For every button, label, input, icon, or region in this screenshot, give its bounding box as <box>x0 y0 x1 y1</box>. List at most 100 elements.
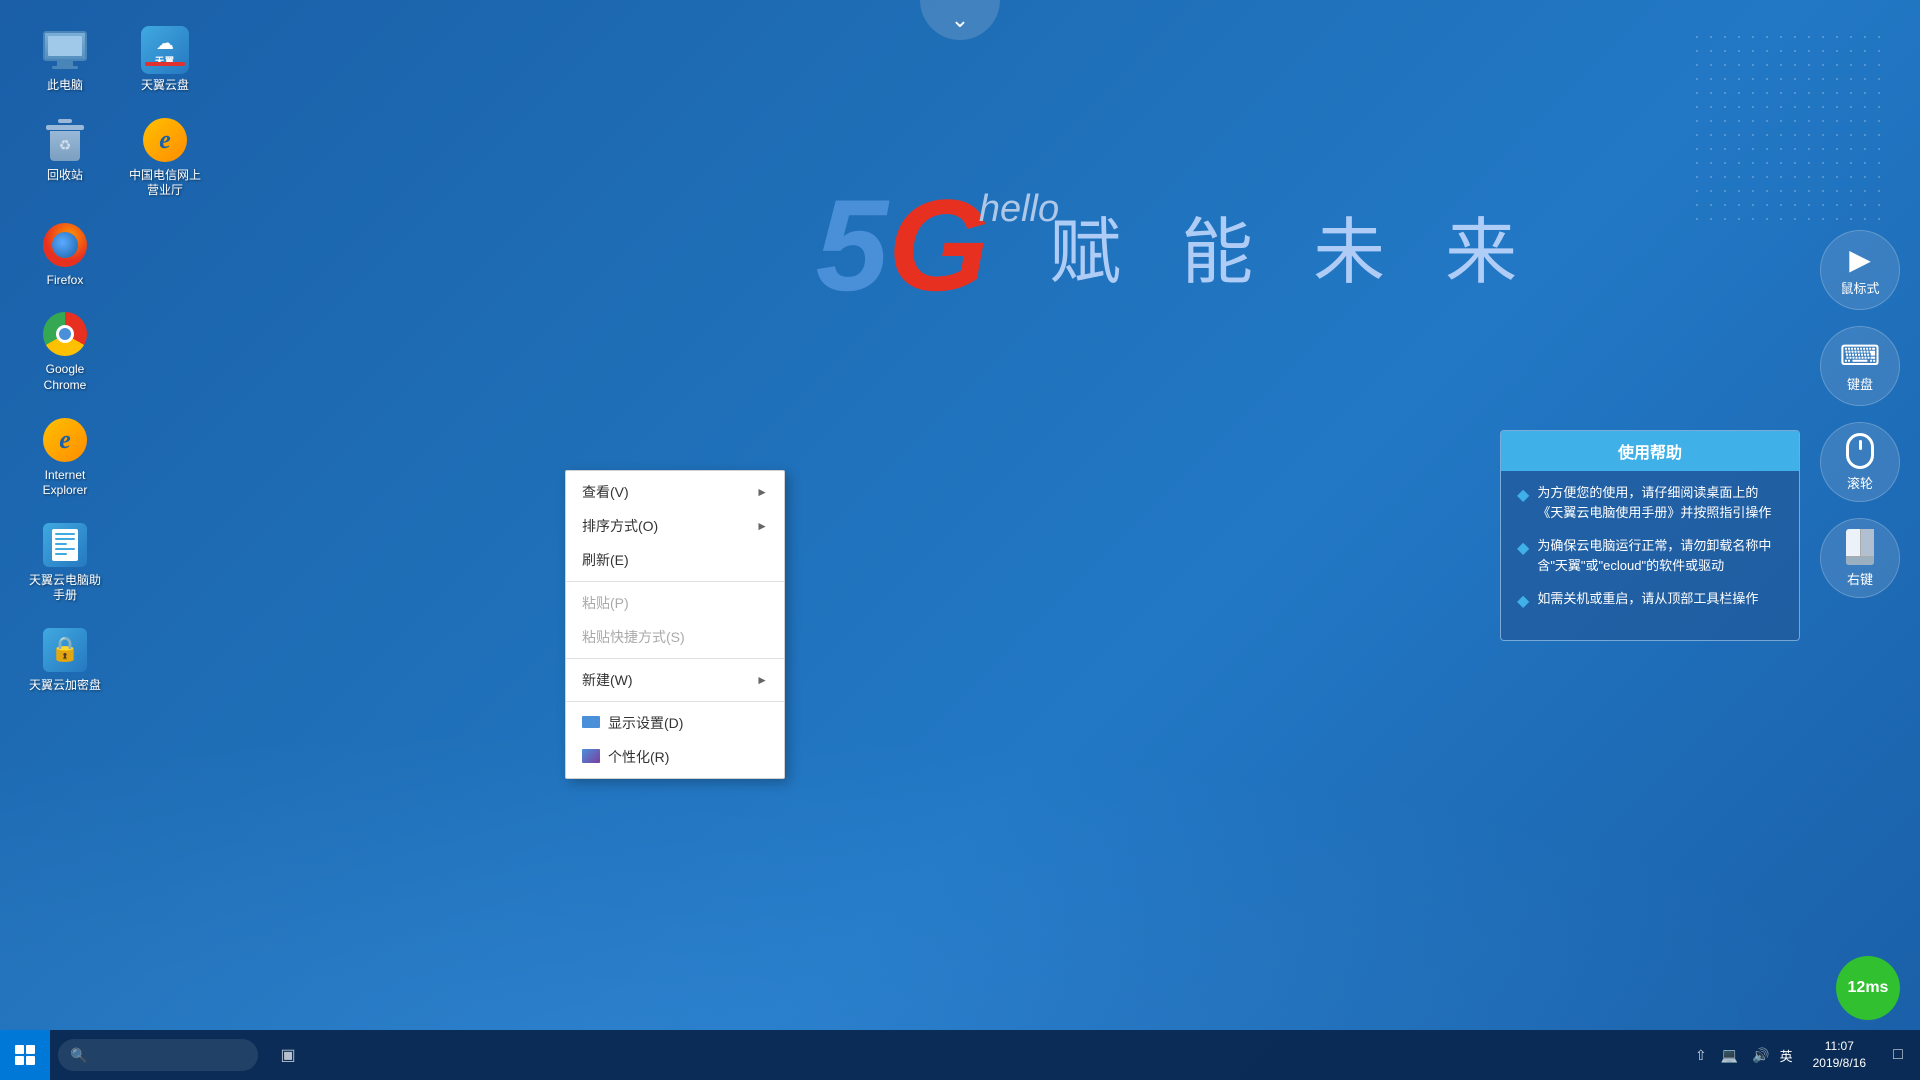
scroll-btn[interactable]: 滚轮 <box>1820 422 1900 502</box>
desktop-icon-tianyi-cloud[interactable]: ☁ 天翼 天翼云盘 <box>120 20 210 100</box>
windows-logo-icon <box>15 1045 35 1065</box>
ie-icon-img: e <box>41 416 89 464</box>
tray-language-indicator[interactable]: 英 <box>1780 1046 1793 1065</box>
tray-up-arrow-icon[interactable]: ⇧ <box>1691 1045 1711 1066</box>
desktop-icon-chrome[interactable]: Google Chrome <box>20 304 110 399</box>
encrypt-label: 天翼云加密盘 <box>29 678 101 694</box>
chrome-icon-img <box>41 310 89 358</box>
right-click-icon <box>1846 529 1874 565</box>
notification-btn[interactable]: □ <box>1876 1030 1920 1080</box>
tray-volume-icon[interactable]: 🔊 <box>1748 1045 1773 1066</box>
chevron-down-icon: ⌄ <box>951 7 969 33</box>
taskbar: 🔍 ▣ ⇧ 💻 🔊 英 11:07 2019/8/16 □ <box>0 1030 1920 1080</box>
menu-item-refresh[interactable]: 刷新(E) <box>566 543 784 577</box>
desktop-icon-ie[interactable]: e Internet Explorer <box>20 410 110 505</box>
help-body: ◆ 为方便您的使用，请仔细阅读桌面上的《天翼云电脑使用手册》并按照指引操作 ◆ … <box>1501 471 1799 640</box>
help-diamond-2: ◆ <box>1517 537 1529 575</box>
mouse-mode-btn[interactable]: ▶ 鼠标式 <box>1820 230 1900 310</box>
icon-row-1: 此电脑 ☁ 天翼 天翼云盘 <box>20 20 210 100</box>
pc-icon-img <box>41 26 89 74</box>
recycle-icon-img: ♻ <box>41 116 89 164</box>
task-view-icon: ▣ <box>280 1045 295 1065</box>
help-diamond-3: ◆ <box>1517 590 1529 614</box>
menu-item-display[interactable]: 显示设置(D) <box>566 706 784 740</box>
china-telecom-label: 中国电信网上营业厅 <box>126 168 204 199</box>
menu-divider-3 <box>566 701 784 702</box>
desktop-icon-manual[interactable]: 天翼云电脑助手册 <box>20 515 110 610</box>
menu-display-label: 显示设置(D) <box>608 713 768 733</box>
top-chevron-btn[interactable]: ⌄ <box>920 0 1000 40</box>
right-key-label: 右键 <box>1847 569 1873 588</box>
desktop-icon-this-pc[interactable]: 此电脑 <box>20 20 110 100</box>
icon-row-7: 🔒 天翼云加密盘 <box>20 620 210 700</box>
start-button[interactable] <box>0 1030 50 1080</box>
menu-item-personalize[interactable]: 个性化(R) <box>566 740 784 774</box>
right-key-btn[interactable]: 右键 <box>1820 518 1900 598</box>
recycle-bin-label: 回收站 <box>47 168 83 184</box>
firefox-icon-img <box>41 221 89 269</box>
menu-personalize-label: 个性化(R) <box>608 747 768 767</box>
clock-time: 11:07 <box>1825 1038 1854 1055</box>
personalize-icon <box>582 749 602 765</box>
menu-paste-shortcut-label: 粘贴快捷方式(S) <box>582 627 685 647</box>
menu-divider-2 <box>566 658 784 659</box>
icon-row-6: 天翼云电脑助手册 <box>20 515 210 610</box>
menu-item-paste[interactable]: 粘贴(P) <box>566 586 784 620</box>
menu-item-new[interactable]: 新建(W) ► <box>566 663 784 697</box>
mouse-mode-label: 鼠标式 <box>1840 278 1879 297</box>
cloud-icon-img: ☁ 天翼 <box>141 26 189 74</box>
taskbar-search-box[interactable]: 🔍 <box>58 1039 258 1071</box>
taskbar-search-icon: 🔍 <box>70 1047 87 1064</box>
brand-5g-logo: 5G hello <box>816 180 989 310</box>
keyboard-icon: ⌨ <box>1840 339 1880 372</box>
firefox-label: Firefox <box>47 273 84 289</box>
dot-pattern-decoration <box>1690 30 1890 230</box>
notification-icon: □ <box>1893 1046 1903 1064</box>
menu-divider-1 <box>566 581 784 582</box>
clock-date: 2019/8/16 <box>1813 1055 1866 1072</box>
system-clock[interactable]: 11:07 2019/8/16 <box>1803 1038 1876 1072</box>
system-tray: ⇧ 💻 🔊 英 <box>1681 1030 1803 1080</box>
desktop-icon-encrypt[interactable]: 🔒 天翼云加密盘 <box>20 620 110 700</box>
tray-network-icon[interactable]: 💻 <box>1717 1045 1742 1066</box>
menu-paste-label: 粘贴(P) <box>582 593 629 613</box>
tianyi-cloud-label: 天翼云盘 <box>141 78 189 94</box>
keyboard-btn[interactable]: ⌨ 键盘 <box>1820 326 1900 406</box>
help-text-1: 为方便您的使用，请仔细阅读桌面上的《天翼云电脑使用手册》并按照指引操作 <box>1537 483 1783 522</box>
brand-hello: hello <box>979 190 1059 228</box>
this-pc-label: 此电脑 <box>47 78 83 94</box>
desktop-icon-china-telecom[interactable]: e 中国电信网上营业厅 <box>120 110 210 205</box>
help-item-2: ◆ 为确保云电脑运行正常，请勿卸载名称中含"天翼"或"ecloud"的软件或驱动 <box>1517 536 1783 575</box>
brand-slogan: 赋 能 未 来 <box>1049 193 1537 298</box>
icon-row-5: e Internet Explorer <box>20 410 210 505</box>
manual-icon-img <box>41 521 89 569</box>
menu-item-sort[interactable]: 排序方式(O) ► <box>566 509 784 543</box>
help-title: 使用帮助 <box>1501 431 1799 471</box>
task-view-btn[interactable]: ▣ <box>266 1030 310 1080</box>
menu-view-arrow: ► <box>756 485 768 499</box>
encrypt-icon-img: 🔒 <box>41 626 89 674</box>
desktop-icon-recycle-bin[interactable]: ♻ 回收站 <box>20 110 110 205</box>
china-telecom-icon-img: e <box>141 116 189 164</box>
menu-item-view[interactable]: 查看(V) ► <box>566 475 784 509</box>
latency-badge[interactable]: 12ms <box>1836 956 1900 1020</box>
icon-row-2: ♻ 回收站 e 中国电信网上营业厅 <box>20 110 210 205</box>
menu-new-label: 新建(W) <box>582 670 633 690</box>
desktop-icon-firefox[interactable]: Firefox <box>20 215 110 295</box>
scroll-label: 滚轮 <box>1847 473 1873 492</box>
context-menu: 查看(V) ► 排序方式(O) ► 刷新(E) 粘贴(P) 粘贴快捷方式(S) … <box>565 470 785 779</box>
brand-g: G <box>888 172 989 318</box>
menu-view-label: 查看(V) <box>582 482 629 502</box>
help-text-2: 为确保云电脑运行正常，请勿卸载名称中含"天翼"或"ecloud"的软件或驱动 <box>1537 536 1783 575</box>
menu-new-arrow: ► <box>756 673 768 687</box>
manual-label: 天翼云电脑助手册 <box>26 573 104 604</box>
menu-sort-arrow: ► <box>756 519 768 533</box>
cursor-icon: ▶ <box>1849 243 1871 276</box>
brand-5: 5 <box>816 172 888 318</box>
chrome-label: Google Chrome <box>26 362 104 393</box>
help-diamond-1: ◆ <box>1517 484 1529 522</box>
desktop: ⌄ 此电脑 <box>0 0 1920 1080</box>
right-panel: ▶ 鼠标式 ⌨ 键盘 滚轮 右键 <box>1820 230 1900 598</box>
keyboard-label: 键盘 <box>1847 374 1873 393</box>
menu-item-paste-shortcut[interactable]: 粘贴快捷方式(S) <box>566 620 784 654</box>
